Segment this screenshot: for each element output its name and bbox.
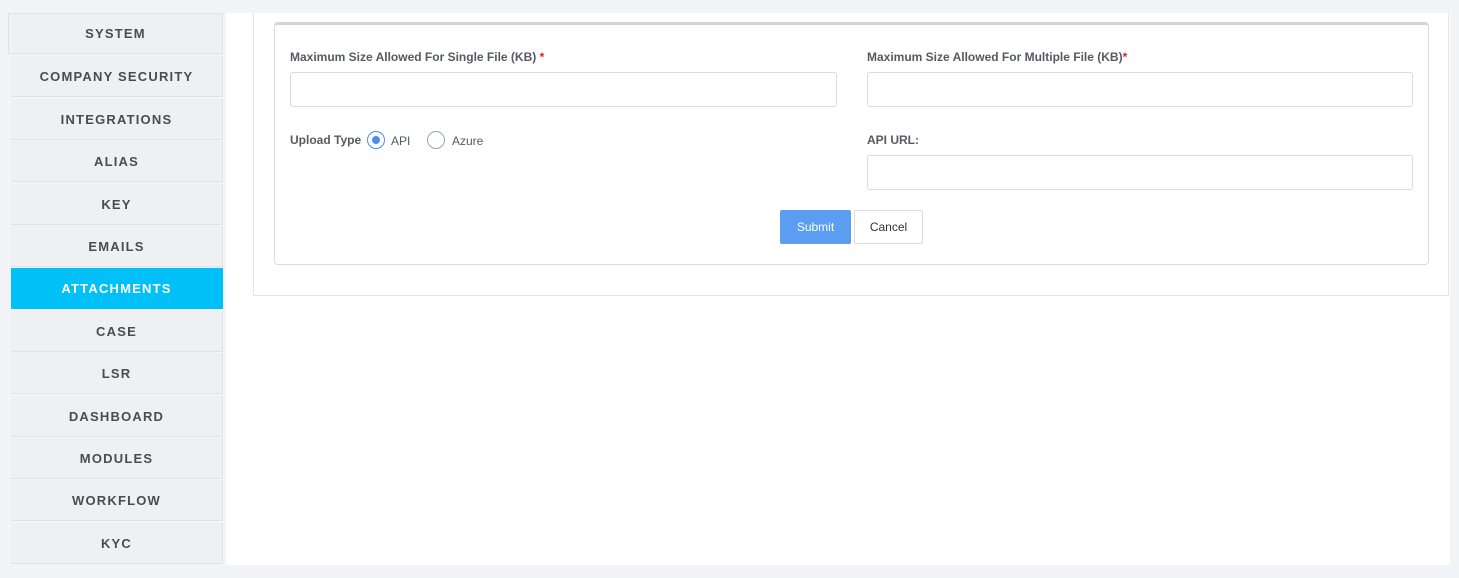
- api-url-input[interactable]: [867, 155, 1413, 190]
- sidebar-item-dashboard[interactable]: DASHBOARD: [11, 396, 223, 437]
- single-file-size-label-text: Maximum Size Allowed For Single File (KB…: [290, 50, 537, 64]
- multiple-file-size-input[interactable]: [867, 72, 1413, 107]
- upload-type-label: Upload Type: [290, 133, 362, 147]
- settings-sidebar: SYSTEM COMPANY SECURITY INTEGRATIONS ALI…: [0, 0, 226, 578]
- sidebar-item-lsr[interactable]: LSR: [11, 353, 223, 394]
- sidebar-item-attachments[interactable]: ATTACHMENTS: [11, 268, 223, 309]
- single-file-size-input[interactable]: [290, 72, 837, 107]
- sidebar-item-integrations[interactable]: INTEGRATIONS: [11, 99, 223, 140]
- single-file-size-label: Maximum Size Allowed For Single File (KB…: [290, 50, 544, 64]
- upload-type-azure-label[interactable]: Azure: [452, 134, 483, 148]
- sidebar-item-system[interactable]: SYSTEM: [8, 13, 223, 54]
- upload-type-api-label[interactable]: API: [391, 134, 410, 148]
- sidebar-item-workflow[interactable]: WORKFLOW: [11, 480, 223, 521]
- multiple-file-size-label-text: Maximum Size Allowed For Multiple File (…: [867, 50, 1123, 64]
- cancel-button[interactable]: Cancel: [854, 210, 923, 244]
- sidebar-item-alias[interactable]: ALIAS: [11, 141, 223, 182]
- required-asterisk: *: [1122, 50, 1128, 64]
- submit-button[interactable]: Submit: [780, 210, 851, 244]
- upload-type-azure-radio[interactable]: [427, 131, 445, 149]
- sidebar-item-modules[interactable]: MODULES: [11, 438, 223, 479]
- multiple-file-size-label: Maximum Size Allowed For Multiple File (…: [867, 50, 1127, 64]
- sidebar-item-kyc[interactable]: KYC: [11, 523, 223, 564]
- sidebar-item-case[interactable]: CASE: [11, 311, 223, 352]
- sidebar-item-key[interactable]: KEY: [11, 184, 223, 225]
- sidebar-item-company-security[interactable]: COMPANY SECURITY: [11, 56, 223, 97]
- upload-type-api-radio[interactable]: [367, 131, 385, 149]
- sidebar-item-emails[interactable]: EMAILS: [11, 226, 223, 267]
- required-asterisk: *: [539, 50, 545, 64]
- api-url-label: API URL:: [867, 133, 919, 147]
